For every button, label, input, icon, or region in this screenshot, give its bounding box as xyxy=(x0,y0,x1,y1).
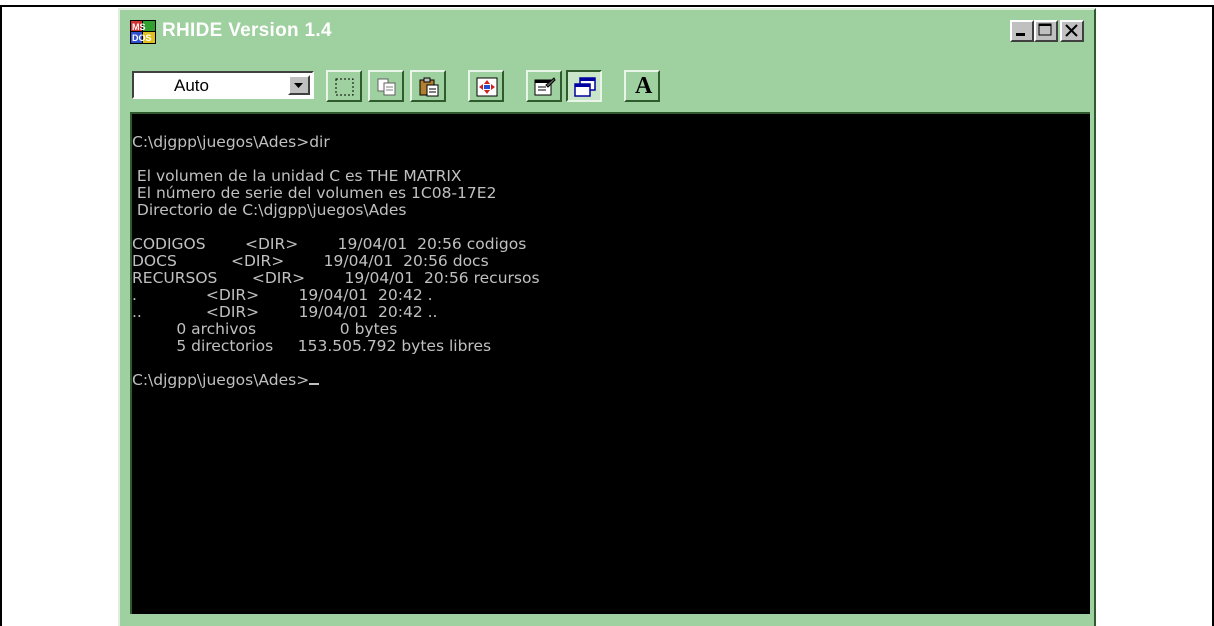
font-size-value: Auto xyxy=(174,76,209,95)
title-bar[interactable]: MS DOS RHIDE Version 1.4 xyxy=(124,14,1090,50)
close-button[interactable] xyxy=(1060,20,1084,42)
dotted-rectangle-icon xyxy=(335,78,354,96)
paste-button[interactable] xyxy=(410,70,446,102)
ms-dos-icon[interactable]: MS DOS xyxy=(130,20,156,44)
mark-button[interactable] xyxy=(326,70,362,102)
fullscreen-arrows-icon xyxy=(476,77,498,97)
console-line: 5 directorios 153.505.792 bytes libres xyxy=(132,337,492,355)
properties-icon xyxy=(534,77,556,96)
outer-frame-left xyxy=(0,5,2,626)
minimize-icon xyxy=(1016,33,1025,36)
font-size-select[interactable]: Auto xyxy=(132,71,314,99)
console-line: Directorio de C:\djgpp\juegos\Ades xyxy=(132,201,407,219)
background-button[interactable] xyxy=(566,70,602,102)
console-line: DOCS <DIR> 19/04/01 20:56 docs xyxy=(132,252,489,270)
console-area[interactable]: C:\djgpp\juegos\Ades>dir El volumen de l… xyxy=(130,112,1090,614)
console-line: 0 archivos 0 bytes xyxy=(132,320,398,338)
console-output: C:\djgpp\juegos\Ades>dir El volumen de l… xyxy=(132,134,540,389)
chevron-down-icon xyxy=(294,83,303,88)
copy-button[interactable] xyxy=(368,70,404,102)
window-icon xyxy=(574,77,596,97)
console-line: C:\djgpp\juegos\Ades>dir xyxy=(132,133,330,151)
close-icon xyxy=(1065,24,1078,37)
maximize-icon xyxy=(1038,23,1052,36)
console-line: El número de serie del volumen es 1C08-1… xyxy=(132,184,497,202)
console-line: RECURSOS <DIR> 19/04/01 20:56 recursos xyxy=(132,269,540,287)
maximize-button[interactable] xyxy=(1034,20,1058,42)
font-a-icon: A xyxy=(635,73,653,99)
svg-text:MS: MS xyxy=(132,22,146,32)
clipboard-icon xyxy=(419,77,439,97)
console-prompt: C:\djgpp\juegos\Ades> xyxy=(132,371,310,389)
copy-icon xyxy=(377,78,396,96)
console-line: . <DIR> 19/04/01 20:42 . xyxy=(132,286,433,304)
console-line: CODIGOS <DIR> 19/04/01 20:56 codigos xyxy=(132,235,527,253)
rhide-window: MS DOS RHIDE Version 1.4 Auto A C:\djgpp… xyxy=(118,8,1096,626)
console-line: .. <DIR> 19/04/01 20:42 .. xyxy=(132,303,438,321)
properties-button[interactable] xyxy=(526,70,562,102)
dropdown-button[interactable] xyxy=(288,75,310,95)
outer-frame-top xyxy=(0,5,1214,7)
window-title: RHIDE Version 1.4 xyxy=(162,20,332,41)
fullscreen-button[interactable] xyxy=(468,70,504,102)
svg-text:DOS: DOS xyxy=(132,33,152,43)
font-button[interactable]: A xyxy=(624,70,660,102)
console-line: El volumen de la unidad C es THE MATRIX xyxy=(132,167,462,185)
minimize-button[interactable] xyxy=(1010,20,1034,42)
toolbar: Auto A xyxy=(124,54,1090,104)
text-cursor xyxy=(309,383,320,385)
